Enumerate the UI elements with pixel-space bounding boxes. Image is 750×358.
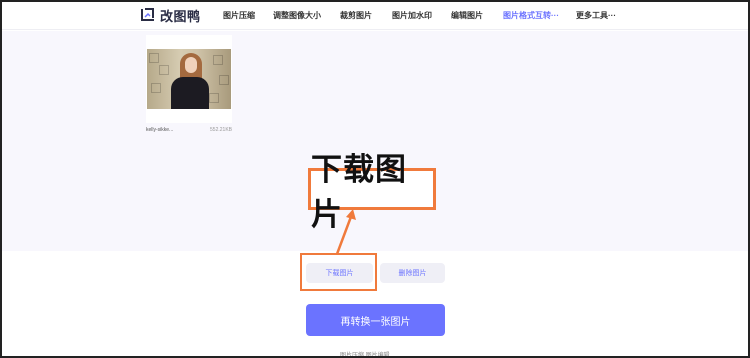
file-name: kelly-sikke...: [146, 127, 174, 133]
nav-item-edit[interactable]: 编辑图片: [451, 10, 483, 21]
top-navigation-bar: 改图鸭 图片压缩 调整图像大小 裁剪图片 图片加水印 编辑图片 图片格式互转··…: [0, 0, 750, 30]
image-card[interactable]: kelly-sikke... 552.21KB: [146, 35, 232, 135]
logo-icon: [141, 8, 154, 21]
annotation-callout: 下载图片: [308, 152, 436, 232]
nav-item-format-convert[interactable]: 图片格式互转···: [503, 10, 559, 21]
nav-item-crop[interactable]: 裁剪图片: [340, 10, 372, 21]
delete-button[interactable]: 删除图片: [380, 263, 445, 283]
footer-links[interactable]: 图片压缩 图片编辑: [340, 350, 390, 358]
logo[interactable]: 改图鸭: [139, 7, 201, 24]
nav-item-watermark[interactable]: 图片加水印: [392, 10, 432, 21]
nav-item-more-tools[interactable]: 更多工具···: [576, 10, 616, 21]
download-button[interactable]: 下载图片: [306, 263, 373, 283]
thumbnail-container: [146, 35, 232, 123]
convert-again-button[interactable]: 再转换一张图片: [306, 304, 445, 336]
file-size: 552.21KB: [210, 127, 232, 133]
logo-text: 改图鸭: [160, 9, 201, 24]
nav-item-resize[interactable]: 调整图像大小: [273, 10, 321, 21]
annotation-label: 下载图片: [311, 152, 407, 232]
image-thumbnail: [147, 49, 231, 109]
nav-item-compress[interactable]: 图片压缩: [223, 10, 255, 21]
